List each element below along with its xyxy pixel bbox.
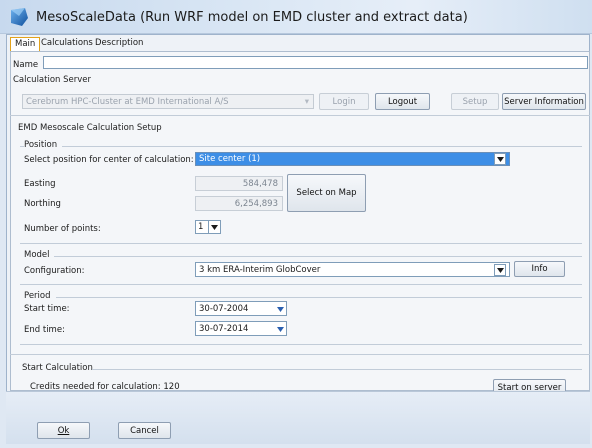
chevron-down-icon[interactable] (494, 153, 506, 165)
start-time-label: Start time: (24, 304, 70, 314)
position-select[interactable]: Site center (1) (195, 152, 510, 166)
tab-main[interactable]: Main (10, 37, 41, 51)
server-select[interactable]: Cerebrum HPC-Cluster at EMD Internationa… (22, 94, 314, 109)
chevron-down-icon[interactable] (274, 303, 286, 315)
chevron-down-icon[interactable] (494, 264, 506, 276)
server-select-value: Cerebrum HPC-Cluster at EMD Internationa… (26, 97, 229, 107)
setup-title: EMD Mesoscale Calculation Setup (18, 123, 162, 133)
position-select-value: Site center (1) (199, 154, 261, 164)
easting-value: 584,478 (195, 176, 283, 191)
northing-value: 6,254,893 (195, 196, 283, 211)
ok-button-label: Ok (57, 425, 70, 436)
end-time-value: 30-07-2014 (199, 324, 249, 334)
tab-description[interactable]: Description (91, 37, 147, 51)
number-of-points-select[interactable]: 1 (195, 220, 209, 234)
logout-button[interactable]: Logout (375, 93, 430, 110)
title-bar: MesoScaleData (Run WRF model on EMD clus… (0, 0, 592, 34)
configuration-value: 3 km ERA-Interim GlobCover (199, 265, 321, 275)
divider (56, 297, 582, 298)
ok-button[interactable]: Ok (37, 422, 90, 439)
divider (10, 115, 590, 116)
select-position-label: Select position for center of calculatio… (24, 155, 194, 165)
chevron-down-icon[interactable] (274, 323, 286, 335)
chevron-down-icon[interactable] (208, 220, 221, 234)
divider (20, 344, 582, 345)
info-button[interactable]: Info (514, 261, 565, 277)
login-button[interactable]: Login (319, 93, 369, 110)
setup-button[interactable]: Setup (451, 93, 499, 110)
number-of-points-label: Number of points: (24, 224, 101, 234)
start-time-value: 30-07-2004 (199, 304, 249, 314)
easting-label: Easting (24, 179, 56, 189)
number-of-points-value: 1 (198, 222, 204, 232)
dialog-footer (6, 391, 590, 444)
model-group-title: Model (24, 250, 50, 260)
window-title: MesoScaleData (Run WRF model on EMD clus… (36, 10, 468, 25)
start-calculation-title: Start Calculation (22, 363, 93, 373)
divider (20, 243, 582, 244)
chevron-down-icon: ▾ (304, 97, 309, 107)
divider (20, 146, 24, 147)
server-information-button[interactable]: Server Information (502, 93, 586, 110)
select-on-map-button[interactable]: Select on Map (287, 174, 366, 212)
name-label: Name (13, 60, 39, 70)
divider (92, 369, 582, 370)
divider (20, 284, 582, 285)
end-time-label: End time: (24, 325, 65, 335)
cancel-button[interactable]: Cancel (118, 422, 171, 439)
divider (62, 146, 582, 147)
period-group-title: Period (24, 291, 51, 301)
name-input[interactable] (43, 56, 588, 69)
calculation-server-label: Calculation Server (13, 75, 91, 85)
divider (54, 256, 582, 257)
northing-label: Northing (24, 199, 61, 209)
tab-calculations[interactable]: Calculations (37, 37, 97, 51)
configuration-select[interactable]: 3 km ERA-Interim GlobCover (195, 262, 510, 277)
configuration-label: Configuration: (24, 266, 85, 276)
app-icon (11, 8, 28, 26)
divider (10, 354, 590, 355)
position-group-title: Position (24, 140, 58, 150)
